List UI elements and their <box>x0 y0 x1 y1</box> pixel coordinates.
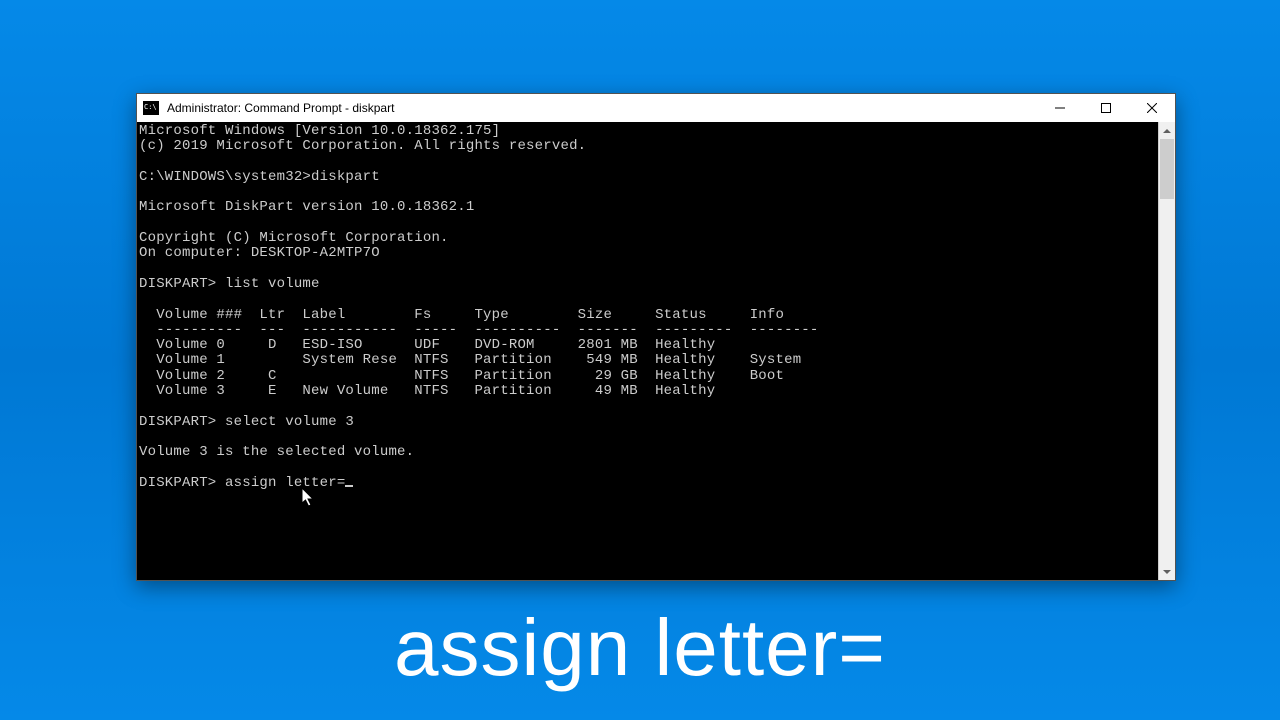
scroll-up-button[interactable] <box>1159 122 1175 139</box>
video-caption: assign letter= <box>0 602 1280 694</box>
minimize-button[interactable] <box>1037 94 1083 122</box>
scrollbar-thumb[interactable] <box>1160 139 1174 199</box>
close-button[interactable] <box>1129 94 1175 122</box>
maximize-button[interactable] <box>1083 94 1129 122</box>
scrollbar[interactable] <box>1158 122 1175 580</box>
terminal-output[interactable]: Microsoft Windows [Version 10.0.18362.17… <box>137 122 1158 580</box>
cmd-icon <box>143 101 159 115</box>
scroll-down-button[interactable] <box>1159 563 1175 580</box>
command-prompt-window: Administrator: Command Prompt - diskpart… <box>136 93 1176 581</box>
titlebar[interactable]: Administrator: Command Prompt - diskpart <box>137 94 1175 122</box>
window-title: Administrator: Command Prompt - diskpart <box>165 101 394 115</box>
